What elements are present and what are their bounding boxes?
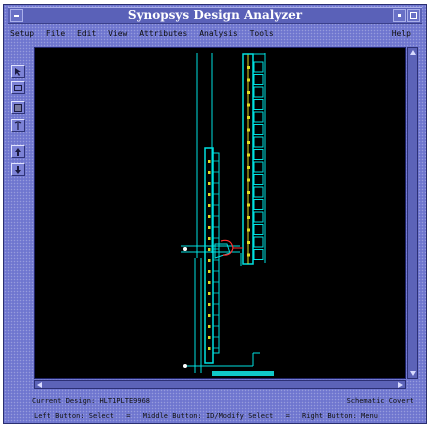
symbol-icon[interactable] [11, 119, 25, 132]
status-line: Current Design: HLT1PLTE9968 Schematic C… [32, 395, 414, 407]
schematic-drawing [181, 53, 274, 376]
pin-marker [208, 193, 211, 196]
pin-marker [208, 303, 211, 306]
menu-analysis[interactable]: Analysis [199, 27, 238, 40]
current-design-label: Current Design: [32, 397, 96, 405]
select-pointer-icon[interactable] [11, 65, 25, 78]
flop-cell [253, 61, 264, 73]
pin-marker [208, 182, 211, 185]
flop-cell [253, 249, 264, 260]
box-select-icon[interactable] [11, 81, 25, 94]
flop-cell [253, 111, 264, 123]
scroll-down-arrow-icon[interactable] [410, 371, 416, 376]
menu-tools[interactable]: Tools [250, 27, 274, 40]
schematic-canvas[interactable] [34, 47, 406, 379]
hint-middle-button: Middle Button: ID/Modify Select [142, 412, 274, 420]
pin-marker [208, 281, 211, 284]
pin-marker [247, 141, 250, 144]
pin-marker [247, 78, 250, 82]
app-window: Synopsys Design Analyzer Setup File Edit… [3, 4, 427, 424]
pin-marker [208, 171, 211, 174]
flop-cell [253, 161, 264, 173]
hierarchy-down-icon[interactable] [11, 163, 25, 176]
title-bar[interactable]: Synopsys Design Analyzer [8, 7, 422, 24]
flop-cell [253, 86, 264, 98]
flop-cell [253, 136, 264, 148]
pin-marker [208, 336, 211, 339]
pin-marker [247, 103, 250, 107]
pin-marker [247, 66, 250, 69]
pin-marker [247, 191, 250, 194]
schematic-icon[interactable] [11, 101, 25, 114]
flop-cell [253, 224, 264, 235]
pin-marker [247, 153, 250, 157]
flop-cell [253, 99, 264, 110]
flop-cell [253, 236, 264, 248]
window-title: Synopsys Design Analyzer [127, 8, 303, 22]
pin-marker [208, 347, 211, 350]
hierarchy-up-icon[interactable] [11, 145, 25, 158]
hint-separator: = [285, 412, 290, 420]
current-design-name: HLT1PLTE9968 [99, 397, 151, 405]
vertical-scrollbar[interactable] [407, 47, 418, 379]
mouse-hint-line: Left Button: Select = Middle Button: ID/… [34, 410, 414, 422]
pin-marker [208, 248, 211, 251]
flop-cell [253, 124, 264, 135]
flop-cell [253, 174, 264, 185]
hint-left-button: Left Button: Select [34, 412, 115, 420]
minimize-button[interactable] [393, 9, 406, 22]
pin-marker [208, 204, 211, 207]
pin-marker [208, 314, 211, 317]
highlighted-net [220, 239, 234, 256]
pin-marker [208, 270, 211, 273]
port-marker [183, 247, 187, 251]
pin-marker [247, 253, 250, 257]
menu-help[interactable]: Help [392, 27, 411, 40]
pin-marker [247, 91, 250, 94]
hint-separator: = [126, 412, 131, 420]
pin-marker [247, 203, 250, 207]
flop-cell [253, 74, 264, 85]
pin-marker [247, 128, 250, 132]
hint-right-button: Right Button: Menu [302, 412, 378, 420]
port-marker [183, 364, 187, 368]
pin-marker [247, 116, 250, 119]
pin-marker [247, 241, 250, 244]
flop-cell [253, 149, 264, 160]
pin-marker [208, 325, 211, 328]
pin-marker [208, 292, 211, 295]
pin-marker [208, 259, 211, 262]
menu-file[interactable]: File [46, 27, 65, 40]
pin-marker [247, 178, 250, 182]
view-mode-label: Schematic Covert [346, 397, 414, 405]
flop-cell [253, 186, 264, 198]
pin-marker [208, 160, 211, 163]
pin-marker [247, 166, 250, 169]
flop-cell [253, 211, 264, 223]
scroll-left-arrow-icon[interactable] [37, 382, 42, 388]
flop-cell [253, 199, 264, 210]
menu-view[interactable]: View [108, 27, 127, 40]
menu-attributes[interactable]: Attributes [139, 27, 187, 40]
selection-bar [212, 371, 274, 376]
scroll-up-arrow-icon[interactable] [410, 50, 416, 55]
horizontal-scrollbar[interactable] [34, 380, 406, 389]
pin-marker [208, 215, 211, 218]
scroll-right-arrow-icon[interactable] [398, 382, 403, 388]
pin-marker [247, 228, 250, 232]
pin-marker [208, 226, 211, 229]
menu-setup[interactable]: Setup [10, 27, 34, 40]
maximize-button[interactable] [407, 9, 420, 22]
menu-edit[interactable]: Edit [77, 27, 96, 40]
menu-bar: Setup File Edit View Attributes Analysis… [10, 27, 420, 40]
pin-marker [247, 216, 250, 219]
pin-marker [208, 237, 211, 240]
